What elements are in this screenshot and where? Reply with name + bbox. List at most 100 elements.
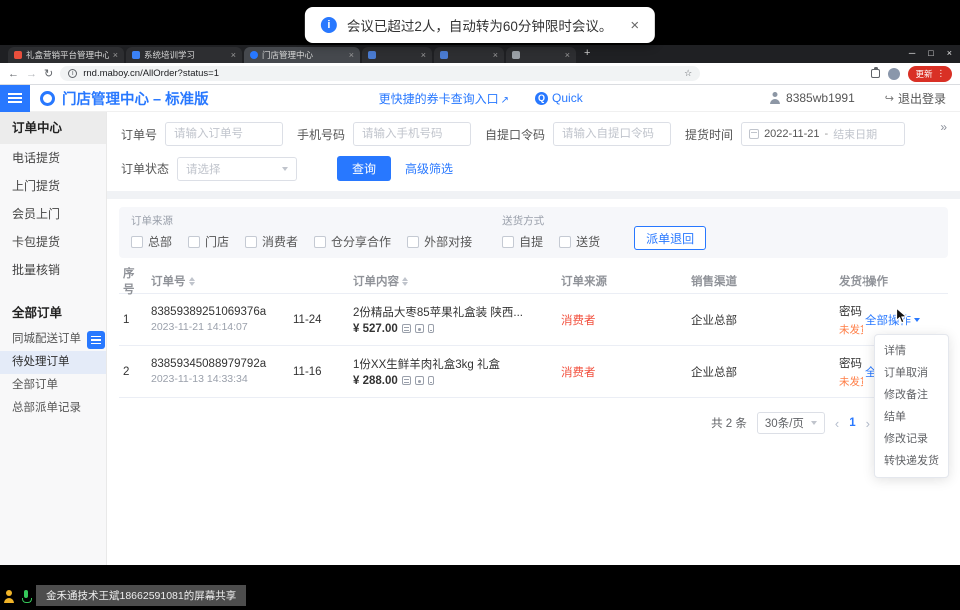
prev-page-button[interactable]: ‹	[835, 416, 839, 431]
browser-update-button[interactable]: 更新 ⋮	[908, 66, 952, 82]
menu-item-cancel-order[interactable]: 订单取消	[875, 362, 948, 384]
sidebar-item-hq-dispatch-records[interactable]: 总部派单记录	[0, 397, 106, 420]
checkbox-label: 总部	[148, 233, 172, 250]
window-maximize-button[interactable]: □	[928, 48, 933, 58]
filter-row-2: 订单状态 请选择 查询 高级筛选	[121, 156, 946, 181]
ship-type: 密码	[839, 303, 863, 319]
checkbox-consumer[interactable]: 消费者	[245, 233, 298, 250]
browser-tab[interactable]: 礼盒营销平台管理中心 ×	[8, 47, 124, 63]
browser-tab[interactable]: ×	[434, 47, 504, 63]
new-tab-button[interactable]: +	[584, 47, 590, 59]
order-status-select[interactable]: 请选择	[177, 157, 297, 181]
col-header-order-no[interactable]: 订单号	[151, 273, 293, 289]
tab-close-icon[interactable]: ×	[565, 50, 570, 60]
order-source-group: 订单来源 总部 门店 消费者 仓分享合作 外部对接	[131, 213, 472, 250]
menu-item-transfer-express[interactable]: 转快递发货	[875, 450, 948, 472]
url-text: rnd.maboy.cn/AllOrder?status=1	[83, 68, 219, 79]
forward-icon[interactable]: →	[26, 68, 37, 80]
browser-toolbar-icons: 更新 ⋮	[871, 66, 952, 82]
url-bar[interactable]: i rnd.maboy.cn/AllOrder?status=1 ☆	[60, 66, 700, 81]
back-icon[interactable]: ←	[8, 68, 19, 80]
menu-item-edit-remark[interactable]: 修改备注	[875, 384, 948, 406]
checkbox-warehouse-share[interactable]: 仓分享合作	[314, 233, 391, 250]
checkbox-box	[502, 236, 514, 248]
browser-tab[interactable]: 系统培训学习 ×	[126, 47, 242, 63]
browser-tabstrip: 礼盒营销平台管理中心 × 系统培训学习 × 门店管理中心 × × × ×	[0, 45, 960, 63]
app-title: 门店管理中心 – 标准版	[62, 88, 209, 109]
toast-close-icon[interactable]: ×	[630, 17, 639, 34]
sidebar-section-all-orders[interactable]: 全部订单	[0, 298, 106, 328]
checkbox-delivery[interactable]: 送货	[559, 233, 600, 250]
mouse-cursor	[895, 307, 908, 325]
tab-favicon	[14, 51, 22, 59]
checkbox-store[interactable]: 门店	[188, 233, 229, 250]
col-header-order-content[interactable]: 订单内容	[353, 273, 561, 289]
order-no-cell: 83859389251069376a 2023-11-21 14:14:07	[151, 306, 293, 333]
index-cell: 2	[119, 366, 151, 378]
pickup-code-input[interactable]	[553, 122, 671, 146]
source-filter-box: 订单来源 总部 门店 消费者 仓分享合作 外部对接 送货方式	[119, 207, 948, 258]
signal-icon	[415, 376, 424, 385]
dispatch-return-button[interactable]: 派单退回	[634, 226, 706, 250]
username: 8385wb1991	[786, 91, 855, 105]
window-controls: ─ □ ×	[909, 48, 952, 58]
sidebar-item-card-pickup[interactable]: 卡包提货	[0, 228, 106, 256]
tab-close-icon[interactable]: ×	[113, 50, 118, 60]
bookmark-star-icon[interactable]: ☆	[684, 68, 692, 79]
window-minimize-button[interactable]: ─	[909, 48, 915, 58]
checkbox-label: 门店	[205, 233, 229, 250]
sidebar-item-pending-orders[interactable]: 待处理订单	[0, 351, 106, 374]
menu-item-edit-records[interactable]: 修改记录	[875, 428, 948, 450]
coupon-query-link[interactable]: 更快捷的券卡查询入口↗	[379, 90, 509, 107]
checkbox-external[interactable]: 外部对接	[407, 233, 472, 250]
date-range-picker[interactable]: 2022-11-21 - 结束日期	[741, 122, 905, 146]
page-number[interactable]: 1	[849, 417, 855, 429]
search-button[interactable]: 查询	[337, 156, 391, 181]
all-actions-dropdown[interactable]: 全部操作	[865, 312, 920, 328]
sidebar-item-all-orders[interactable]: 全部订单	[0, 374, 106, 397]
order-status-label: 订单状态	[121, 160, 169, 177]
sort-icon[interactable]	[402, 277, 408, 286]
menu-item-details[interactable]: 详情	[875, 340, 948, 362]
logout-button[interactable]: ↪ 退出登录	[885, 90, 946, 107]
sort-icon[interactable]	[189, 277, 195, 286]
collapse-panel-icon[interactable]: »	[940, 120, 946, 134]
next-page-button[interactable]: ›	[866, 416, 870, 431]
calendar-icon	[749, 129, 759, 139]
user-account[interactable]: 8385wb1991	[769, 91, 855, 105]
menu-item-close-order[interactable]: 结单	[875, 406, 948, 428]
window-close-button[interactable]: ×	[947, 48, 952, 58]
page-size-select[interactable]: 30条/页	[757, 412, 825, 434]
extensions-icon[interactable]	[871, 69, 880, 78]
phone-input[interactable]	[353, 122, 471, 146]
sidebar-item-batch-verify[interactable]: 批量核销	[0, 256, 106, 284]
profile-avatar[interactable]	[888, 68, 900, 80]
browser-tab-active[interactable]: 门店管理中心 ×	[244, 47, 360, 63]
sidebar-item-member-visit[interactable]: 会员上门	[0, 200, 106, 228]
orders-table: 序号 订单号 订单内容 订单来源 销售渠道 发货状态 操作 1	[119, 268, 948, 398]
checkbox-hq[interactable]: 总部	[131, 233, 172, 250]
advanced-filter-link[interactable]: 高级筛选	[405, 160, 453, 177]
phone-icon	[428, 324, 434, 333]
tab-close-icon[interactable]: ×	[493, 50, 498, 60]
quick-search[interactable]: Q Quick	[535, 91, 583, 105]
checkbox-self-pickup[interactable]: 自提	[502, 233, 543, 250]
sidebar-toggle-button[interactable]	[87, 331, 105, 349]
pickup-date-cell: 11-24	[293, 314, 353, 326]
checkbox-label: 消费者	[262, 233, 298, 250]
sidebar-item-door-pickup[interactable]: 上门提货	[0, 172, 106, 200]
tab-title: 礼盒营销平台管理中心	[26, 49, 109, 61]
ship-status-cell: 密码 未发货	[839, 355, 865, 389]
tab-close-icon[interactable]: ×	[421, 50, 426, 60]
browser-tab[interactable]: ×	[362, 47, 432, 63]
hamburger-menu-button[interactable]	[0, 85, 30, 112]
site-info-icon[interactable]: i	[68, 69, 77, 78]
sidebar-section-order-center[interactable]: 订单中心	[0, 112, 106, 144]
sales-channel-cell: 企业总部	[691, 312, 839, 328]
sidebar-item-phone-pickup[interactable]: 电话提货	[0, 144, 106, 172]
browser-tab[interactable]: ×	[506, 47, 576, 63]
order-no-input[interactable]	[165, 122, 283, 146]
tab-close-icon[interactable]: ×	[231, 50, 236, 60]
reload-icon[interactable]: ↻	[44, 67, 53, 80]
tab-close-icon[interactable]: ×	[349, 50, 354, 60]
